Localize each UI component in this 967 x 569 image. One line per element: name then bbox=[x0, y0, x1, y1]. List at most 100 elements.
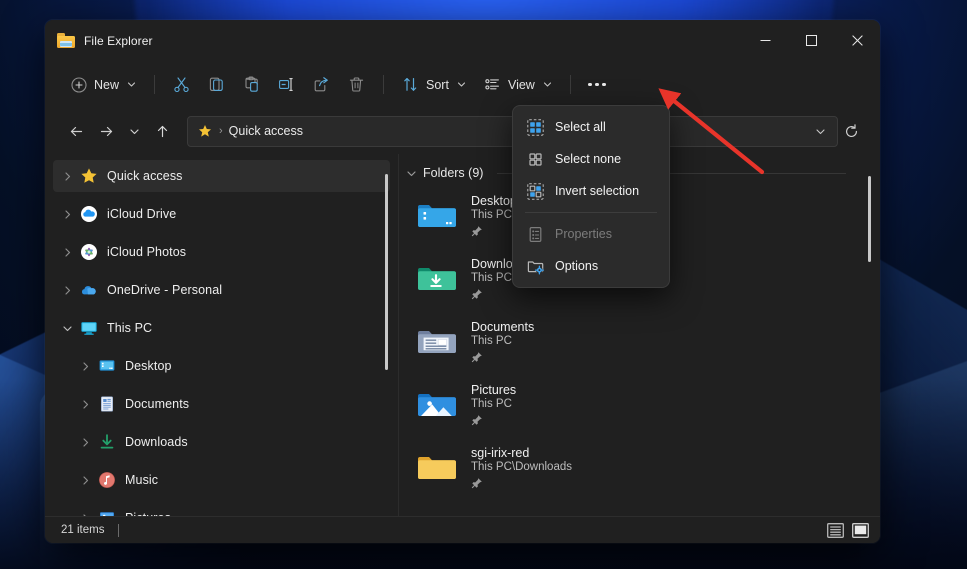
rename-button[interactable] bbox=[269, 69, 304, 101]
file-item-location: This PC bbox=[471, 209, 512, 221]
select-none-icon bbox=[527, 151, 544, 168]
file-list-item[interactable]: Pictures This PC bbox=[403, 375, 870, 438]
status-divider bbox=[118, 523, 120, 537]
sidebar-item-this-pc[interactable]: This PC bbox=[53, 312, 390, 344]
chevron-right-icon[interactable] bbox=[57, 247, 77, 258]
item-count-label: 21 items bbox=[61, 524, 105, 536]
close-icon[interactable] bbox=[834, 20, 880, 61]
sidebar-scrollbar-thumb[interactable] bbox=[384, 174, 388, 370]
view-list-icon bbox=[484, 76, 501, 93]
details-view-icon[interactable] bbox=[851, 522, 870, 539]
menu-item-select-none[interactable]: Select none bbox=[517, 143, 665, 175]
copy-button[interactable] bbox=[199, 69, 234, 101]
file-list-item[interactable]: sgi-irix-red This PC\Downloads bbox=[403, 438, 870, 501]
content-scrollbar-thumb[interactable] bbox=[867, 176, 871, 262]
chevron-right-icon[interactable] bbox=[75, 361, 95, 372]
window-title: File Explorer bbox=[84, 33, 153, 48]
title-bar: File Explorer bbox=[45, 20, 880, 61]
sidebar-item-label: iCloud Photos bbox=[107, 245, 187, 259]
address-chevron-down-icon[interactable] bbox=[809, 126, 831, 137]
properties-icon bbox=[527, 226, 544, 243]
file-item-name: Pictures bbox=[471, 383, 517, 397]
file-item-meta: Pictures This PC bbox=[471, 382, 516, 431]
new-button-label: New bbox=[94, 77, 120, 92]
folder-icon bbox=[57, 33, 75, 48]
downloads-folder-icon bbox=[415, 257, 457, 299]
desktop-icon bbox=[98, 357, 116, 375]
refresh-icon[interactable] bbox=[838, 123, 864, 139]
delete-button[interactable] bbox=[339, 69, 374, 101]
chevron-right-icon[interactable] bbox=[57, 209, 77, 220]
select-all-icon bbox=[527, 118, 544, 136]
rename-icon bbox=[278, 76, 295, 93]
file-item-location: This PC bbox=[471, 335, 512, 347]
chevron-right-icon[interactable] bbox=[75, 475, 95, 486]
back-arrow-icon[interactable] bbox=[61, 116, 91, 146]
sidebar-scrollbar[interactable] bbox=[380, 154, 392, 516]
pictures-icon bbox=[98, 509, 116, 516]
share-button[interactable] bbox=[304, 69, 339, 101]
chevron-right-icon[interactable] bbox=[57, 171, 77, 182]
menu-item-label: Properties bbox=[555, 227, 612, 241]
star-icon bbox=[198, 124, 212, 138]
sidebar-item-label: This PC bbox=[107, 321, 153, 335]
file-item-meta: sgi-irix-red This PC\Downloads bbox=[471, 445, 572, 494]
up-arrow-icon[interactable] bbox=[147, 116, 177, 146]
pin-icon bbox=[471, 413, 516, 431]
sidebar-item-icloud-drive[interactable]: iCloud Drive bbox=[53, 198, 390, 230]
content-scrollbar[interactable] bbox=[863, 154, 875, 516]
chevron-down-icon bbox=[457, 78, 466, 92]
list-view-icon[interactable] bbox=[826, 522, 845, 539]
paste-button[interactable] bbox=[234, 69, 269, 101]
chevron-down-icon bbox=[543, 78, 552, 92]
sidebar-item-downloads[interactable]: Downloads bbox=[53, 426, 390, 458]
file-list-item[interactable]: Documents This PC bbox=[403, 312, 870, 375]
new-button[interactable]: New bbox=[61, 69, 145, 101]
minimize-icon[interactable] bbox=[742, 20, 788, 61]
pin-icon bbox=[471, 350, 534, 368]
maximize-icon[interactable] bbox=[788, 20, 834, 61]
copy-icon bbox=[208, 76, 225, 93]
invert-selection-icon bbox=[527, 182, 544, 200]
sidebar-item-quick-access[interactable]: Quick access bbox=[53, 160, 390, 192]
file-item-meta: Desktop This PC bbox=[471, 193, 517, 242]
star-icon bbox=[80, 167, 98, 185]
chevron-down-icon bbox=[406, 168, 417, 179]
navigation-pane: Quick access iCloud Drive iCloud Photos One… bbox=[45, 154, 398, 516]
chevron-right-icon[interactable] bbox=[57, 285, 77, 296]
sidebar-item-documents[interactable]: Documents bbox=[53, 388, 390, 420]
pin-icon bbox=[471, 287, 533, 305]
menu-item-options[interactable]: Options bbox=[517, 250, 665, 282]
chevron-down-icon[interactable] bbox=[57, 323, 77, 334]
menu-item-label: Options bbox=[555, 259, 599, 273]
file-item-name: Documents bbox=[471, 320, 535, 334]
menu-item-invert-selection[interactable]: Invert selection bbox=[517, 175, 665, 207]
pin-icon bbox=[471, 476, 572, 494]
menu-item-label: Invert selection bbox=[555, 184, 640, 198]
sidebar-item-pictures[interactable]: Pictures bbox=[53, 502, 390, 516]
icloud-drive-icon bbox=[80, 205, 98, 223]
forward-arrow-icon[interactable] bbox=[91, 116, 121, 146]
menu-item-select-all[interactable]: Select all bbox=[517, 111, 665, 143]
sort-button[interactable]: Sort bbox=[393, 69, 475, 101]
cut-button[interactable] bbox=[164, 69, 199, 101]
sidebar-item-music[interactable]: Music bbox=[53, 464, 390, 496]
sidebar-item-icloud-photos[interactable]: iCloud Photos bbox=[53, 236, 390, 268]
view-button[interactable]: View bbox=[475, 69, 561, 101]
downloads-icon bbox=[98, 433, 116, 451]
chevron-right-icon[interactable] bbox=[75, 399, 95, 410]
sidebar-item-desktop[interactable]: Desktop bbox=[53, 350, 390, 382]
sort-button-label: Sort bbox=[426, 77, 449, 92]
sidebar-item-label: Downloads bbox=[125, 435, 188, 449]
chevron-right-icon[interactable] bbox=[75, 437, 95, 448]
sidebar-item-label: Desktop bbox=[125, 359, 172, 373]
recent-locations-chevron-down-icon[interactable] bbox=[121, 116, 147, 146]
overflow-menu-button[interactable] bbox=[580, 69, 614, 101]
desktop-folder-icon bbox=[415, 194, 457, 236]
file-item-name: Desktop bbox=[471, 194, 517, 208]
pictures-folder-icon bbox=[415, 383, 457, 425]
menu-item-label: Select none bbox=[555, 152, 622, 166]
sidebar-item-onedrive-personal[interactable]: OneDrive - Personal bbox=[53, 274, 390, 306]
toolbar-divider bbox=[383, 75, 385, 94]
layout-toggles bbox=[826, 522, 870, 539]
